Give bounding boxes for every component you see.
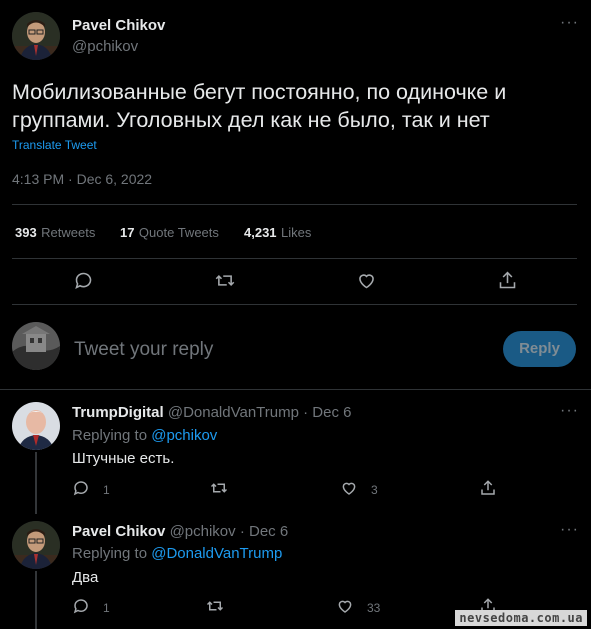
reply-button[interactable]: Reply [503, 331, 576, 367]
like-heart-icon[interactable] [340, 479, 358, 497]
more-options-icon[interactable]: ··· [560, 14, 579, 32]
quotes-count: 17 [120, 225, 135, 240]
author-avatar[interactable] [12, 12, 60, 60]
reply-text: Штучные есть. [72, 450, 175, 467]
replying-to-line: Replying to @DonaldVanTrump [72, 545, 282, 562]
reply-author-avatar[interactable] [12, 402, 60, 450]
share-icon[interactable] [479, 479, 497, 497]
more-options-icon[interactable]: ··· [560, 521, 579, 539]
reply-date[interactable]: · Dec 6 [240, 523, 288, 540]
replying-prefix: Replying to [72, 545, 148, 562]
reply-text: Два [72, 569, 99, 586]
reply-header: TrumpDigital @DonaldVanTrump · Dec 6 [72, 404, 352, 421]
reply-date[interactable]: · Dec 6 [303, 404, 351, 421]
reply-author-name[interactable]: Pavel Chikov [72, 523, 165, 540]
thread-line [35, 571, 37, 629]
reply-input[interactable]: Tweet your reply [74, 339, 454, 361]
quotes-label: Quote Tweets [138, 225, 219, 240]
retweet-icon[interactable] [205, 597, 225, 615]
reply-header: Pavel Chikov @pchikov · Dec 6 [72, 523, 288, 540]
person-avatar-icon [12, 402, 60, 450]
likes-label: Likes [281, 225, 312, 240]
like-heart-icon[interactable] [336, 597, 354, 615]
like-count: 33 [367, 601, 381, 615]
reply-count: 1 [103, 601, 110, 615]
retweet-icon[interactable] [209, 479, 229, 497]
reply-author-handle[interactable]: @DonaldVanTrump [168, 404, 299, 421]
divider [12, 204, 577, 205]
replying-to-link[interactable]: @DonaldVanTrump [151, 545, 282, 562]
author-handle[interactable]: @pchikov [72, 38, 138, 55]
reply-icon[interactable] [72, 479, 90, 497]
retweets-stat[interactable]: 393 Retweets [15, 224, 95, 242]
tweet-text: Мобилизованные бегут постоянно, по одино… [12, 80, 507, 132]
user-avatar[interactable] [12, 322, 60, 370]
reply-icon[interactable] [72, 597, 90, 615]
watermark: nevsedoma.com.ua [455, 610, 587, 626]
author-name[interactable]: Pavel Chikov [72, 17, 165, 34]
person-avatar-icon [12, 521, 60, 569]
likes-stat[interactable]: 4,231 Likes [244, 224, 311, 242]
thread-line [35, 452, 37, 514]
reply-icon[interactable] [73, 270, 94, 291]
reply-count: 1 [103, 483, 110, 497]
section-divider [0, 389, 591, 390]
quote-tweets-stat[interactable]: 17 Quote Tweets [120, 224, 219, 242]
more-options-icon[interactable]: ··· [560, 402, 579, 420]
retweets-count: 393 [15, 225, 37, 240]
divider [12, 258, 577, 259]
share-icon[interactable] [497, 270, 518, 291]
tweet-timestamp[interactable]: 4:13 PM · Dec 6, 2022 [12, 171, 152, 187]
like-count: 3 [371, 483, 378, 497]
likes-count: 4,231 [244, 225, 277, 240]
reply-author-name[interactable]: TrumpDigital [72, 404, 164, 421]
divider [12, 304, 577, 305]
replying-prefix: Replying to [72, 427, 148, 444]
reply-author-avatar[interactable] [12, 521, 60, 569]
translate-tweet-link[interactable]: Translate Tweet [12, 138, 97, 152]
like-heart-icon[interactable] [356, 270, 377, 291]
person-avatar-icon [12, 12, 60, 60]
reply-author-handle[interactable]: @pchikov [170, 523, 236, 540]
user-avatar-icon [12, 322, 60, 370]
retweet-icon[interactable] [214, 270, 236, 291]
retweets-label: Retweets [41, 225, 96, 240]
replying-to-link[interactable]: @pchikov [151, 427, 217, 444]
replying-to-line: Replying to @pchikov [72, 427, 217, 444]
